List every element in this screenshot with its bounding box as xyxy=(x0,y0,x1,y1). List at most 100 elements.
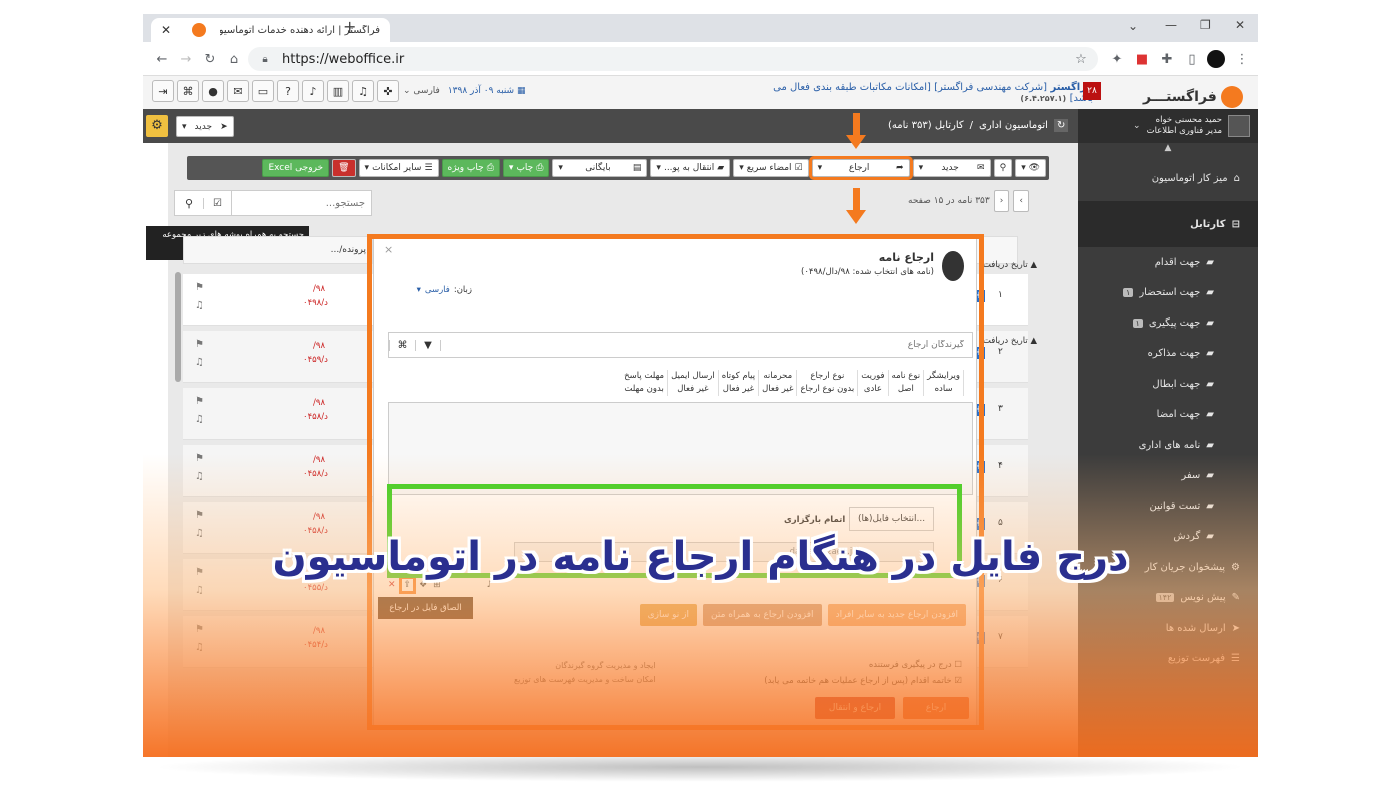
bell-icon[interactable]: ♫ xyxy=(195,357,204,368)
forward-icon[interactable]: → xyxy=(177,50,195,68)
profile-avatar[interactable] xyxy=(1207,50,1225,68)
menu-dots-icon[interactable]: ⋮ xyxy=(1233,50,1251,68)
help-icon[interactable]: ? xyxy=(277,80,299,102)
sidebar-item-13[interactable]: ✎ پیش نویس ۱۴۲ xyxy=(1078,583,1258,614)
view-toggle-button[interactable]: 👁 ▾ xyxy=(1015,159,1046,177)
sidebar-item-7[interactable]: ▰ جهت امضا xyxy=(1078,400,1258,431)
restore-icon[interactable]: ❐ xyxy=(1200,18,1211,32)
folder-icon: ▰ xyxy=(1206,378,1214,390)
archive-button[interactable]: ▤ بایگانی ▾ xyxy=(552,159,648,177)
chart-icon[interactable]: ▥ xyxy=(327,80,349,102)
letter-code-year: ۹۸/ xyxy=(313,626,326,636)
bell-icon[interactable]: ♫ xyxy=(195,300,204,311)
home-icon[interactable]: ⌂ xyxy=(225,50,243,68)
archive-label: بایگانی xyxy=(585,163,611,173)
org-chart-icon[interactable]: ⌘ xyxy=(177,80,199,102)
sidebar-item-9[interactable]: ▰ سفر xyxy=(1078,461,1258,492)
logout-icon[interactable]: ⇥ xyxy=(152,80,174,102)
sidepanel-icon[interactable]: ▯ xyxy=(1183,50,1201,68)
comment-icon[interactable]: ▭ xyxy=(252,80,274,102)
new-letter-label: جدید xyxy=(941,163,959,173)
sidebar-item-0[interactable]: ⌂ میز کار اتوماسیون xyxy=(1078,155,1258,201)
plugin-icon[interactable]: ✜ xyxy=(377,80,399,102)
user-profile[interactable]: حمید محسنی خواه مدیر فناوری اطلاعات ⌄ xyxy=(1078,109,1258,143)
other-options-button[interactable]: ☰ سایر امکانات ▾ xyxy=(358,159,439,177)
sidebar-item-8[interactable]: ▰ نامه های اداری xyxy=(1078,430,1258,461)
excel-export-button[interactable]: خروجی Excel xyxy=(262,159,330,177)
letter-code-number: د/۰۴۵۹ xyxy=(303,355,328,365)
sidebar-item-14[interactable]: ➤ ارسال شده ها xyxy=(1078,613,1258,644)
bell-icon[interactable]: ♫ xyxy=(195,414,204,425)
forward-arrow-icon: ➦ xyxy=(896,163,904,173)
sidebar-item-label: جهت امضا xyxy=(1156,409,1201,421)
sidebar-item-1[interactable]: ⊟ کارتابل xyxy=(1078,201,1258,247)
filter-button[interactable]: ⚲ xyxy=(993,159,1013,177)
mic-icon[interactable]: ♪ xyxy=(302,80,324,102)
print-button[interactable]: ⎙ چاپ ▾ xyxy=(502,159,550,177)
sidebar-item-4[interactable]: ▰ جهت پیگیری ۱ xyxy=(1078,308,1258,339)
user-name: حمید محسنی خواه xyxy=(1155,115,1222,125)
search-input[interactable] xyxy=(231,191,371,215)
breadcrumb-root[interactable]: اتوماسیون اداری xyxy=(979,120,1048,131)
delete-icon[interactable]: 🗑︎ xyxy=(332,159,356,177)
sidebar-item-3[interactable]: ▰ جهت استحضار ۱ xyxy=(1078,278,1258,309)
back-icon[interactable]: ← xyxy=(153,50,171,68)
language-label: فارسی xyxy=(413,86,440,96)
new-dropdown-button[interactable]: ➤ جدید ▾ xyxy=(176,116,234,137)
extension-icon[interactable]: ✦ xyxy=(1108,50,1126,68)
letter-code-year: ۹۸/ xyxy=(313,398,326,408)
bell-icon[interactable]: ♫ xyxy=(195,642,204,653)
breadcrumb-separator: / xyxy=(969,120,974,131)
special-print-button[interactable]: ⎙ چاپ ویژه xyxy=(441,159,500,177)
chevron-down-icon: ▾ xyxy=(656,163,661,173)
collapse-up-icon[interactable]: ▲ xyxy=(1078,143,1258,155)
sidebar-item-2[interactable]: ▰ جهت اقدام xyxy=(1078,247,1258,278)
user-icon[interactable]: ● xyxy=(202,80,224,102)
user-role: مدیر فناوری اطلاعات xyxy=(1146,126,1222,136)
row-number: ۳ xyxy=(998,404,1003,414)
reload-icon[interactable]: ↻ xyxy=(201,50,219,68)
folder-icon: ▰ xyxy=(1206,287,1214,299)
minimize-icon[interactable]: — xyxy=(1165,18,1177,32)
new-tab-icon[interactable]: + xyxy=(343,17,356,36)
tab-search-icon[interactable]: ⌄ xyxy=(1128,19,1138,33)
row-number: ۱ xyxy=(998,290,1003,300)
notification-badge[interactable]: ۲۸ xyxy=(1083,82,1101,100)
settings-gear-icon[interactable]: ⚙ xyxy=(146,115,168,137)
search-icon[interactable]: ⚲ xyxy=(175,197,203,210)
extension-red-icon[interactable]: ■ xyxy=(1133,50,1151,68)
subfolder-check-icon[interactable]: ☑ xyxy=(203,197,231,209)
flag-icon[interactable]: ⚑ xyxy=(195,339,204,350)
move-to-button[interactable]: ▰ انتقال به پو... ▾ xyxy=(650,159,731,177)
flag-icon[interactable]: ⚑ xyxy=(195,624,204,635)
bell-icon[interactable]: ♫ xyxy=(352,80,374,102)
bell-icon[interactable]: ♫ xyxy=(195,585,204,596)
sidebar-item-6[interactable]: ▰ جهت ابطال xyxy=(1078,369,1258,400)
sidebar-item-10[interactable]: ▰ تست قوانین xyxy=(1078,491,1258,522)
flag-icon[interactable]: ⚑ xyxy=(195,510,204,521)
window-close-icon[interactable]: ✕ xyxy=(1235,18,1245,32)
sidebar-item-label: فهرست توزیع xyxy=(1167,653,1226,665)
bell-icon[interactable]: ♫ xyxy=(195,471,204,482)
chat-icon[interactable]: ✉ xyxy=(227,80,249,102)
flag-icon[interactable]: ⚑ xyxy=(195,282,204,293)
sidebar-item-15[interactable]: ☰ فهرست توزیع xyxy=(1078,644,1258,675)
flag-icon[interactable]: ⚑ xyxy=(195,396,204,407)
refer-button[interactable]: ➦ ارجاع ▾ xyxy=(808,156,913,180)
scrollbar-thumb[interactable] xyxy=(175,272,181,382)
letter-code-number: د/۰۴۵۵ xyxy=(303,583,328,593)
puzzle-icon[interactable]: ✚ xyxy=(1158,50,1176,68)
brand-name: فراگستـــر xyxy=(1143,89,1217,105)
new-letter-button[interactable]: ✉ جدید ▾ xyxy=(912,159,991,177)
next-page-icon[interactable]: › xyxy=(1013,190,1029,212)
refresh-icon[interactable]: ↻ xyxy=(1053,119,1069,132)
quick-sign-button[interactable]: ☑ امضاء سریع ▾ xyxy=(733,159,809,177)
sidebar-item-5[interactable]: ▰ جهت مذاکره xyxy=(1078,339,1258,370)
prev-page-icon[interactable]: ‹ xyxy=(993,190,1010,212)
bookmark-star-icon[interactable]: ☆ xyxy=(1072,50,1090,68)
omnibox[interactable]: 🔒︎ https://weboffice.ir ☆ xyxy=(248,47,1098,71)
dialog-highlight-frame xyxy=(367,234,984,730)
tab-close-icon[interactable]: ✕ xyxy=(161,23,171,37)
language-selector[interactable]: ⌄ فارسی xyxy=(403,86,440,96)
flag-icon[interactable]: ⚑ xyxy=(195,453,204,464)
